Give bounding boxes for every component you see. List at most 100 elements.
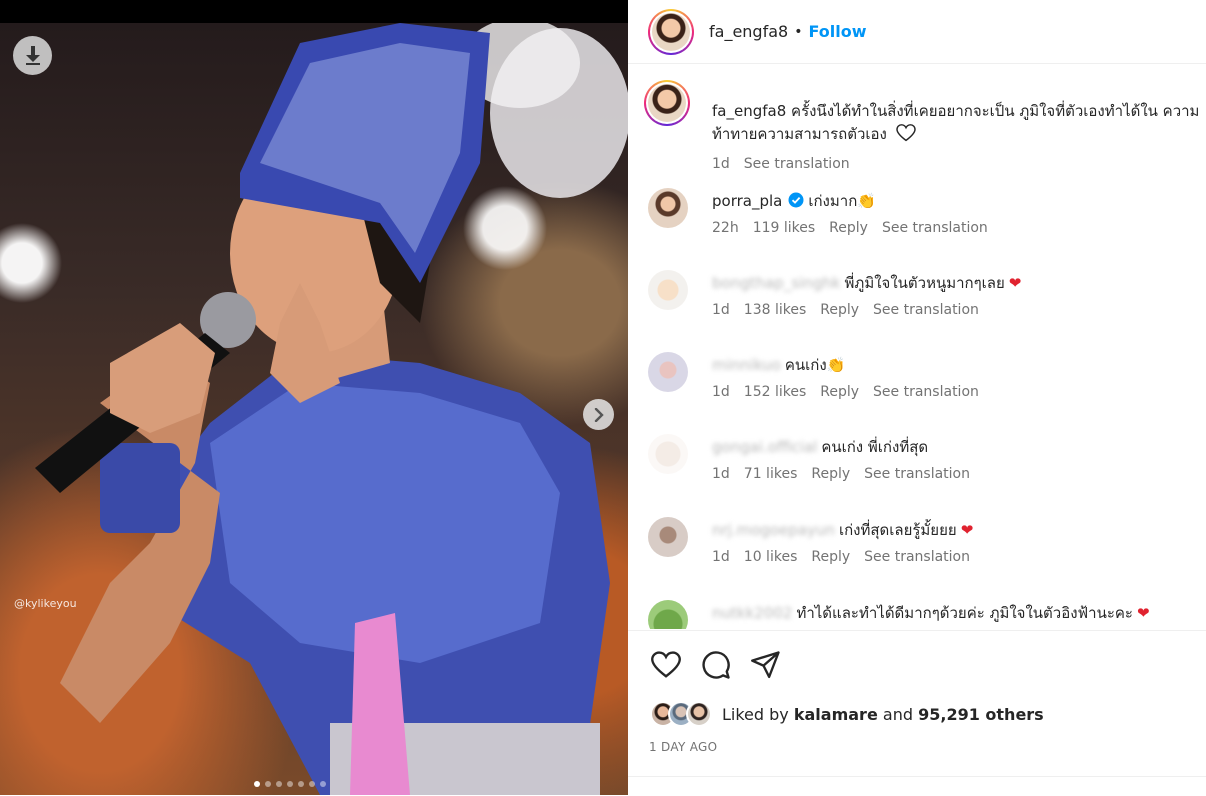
- post-timestamp[interactable]: 1 DAY AGO: [649, 740, 717, 754]
- commenter-username[interactable]: minnikuo: [712, 356, 781, 374]
- post-actions: Liked by kalamare and 95,291 others 1 DA…: [628, 630, 1206, 776]
- comment-body: nutkk2002 ทำได้และทำได้ดีมากๆด้วยค่ะ ภูมิ…: [712, 602, 1202, 624]
- add-comment-bar[interactable]: [628, 776, 1206, 796]
- comment-icon: [702, 651, 730, 679]
- commenter-username[interactable]: nutkk2002: [712, 604, 792, 622]
- comment-line: bongthap_singhk พี่ภูมิใจในตัวหนูมากๆเลย ❤: [712, 272, 1202, 294]
- comment-body: minnikuo คนเก่ง👏 1d 152 likes Reply See trans…: [712, 354, 1202, 400]
- download-icon: [25, 45, 40, 65]
- carousel-dot: [320, 781, 326, 787]
- caption-meta: 1d See translation: [712, 156, 850, 172]
- like-button[interactable]: [648, 647, 684, 683]
- clapping-hands-emoji-icon: 👏: [826, 356, 846, 374]
- see-translation-link[interactable]: See translation: [882, 220, 988, 236]
- carousel-dot: [287, 781, 293, 787]
- reply-button[interactable]: Reply: [811, 466, 850, 482]
- comment-time[interactable]: 22h: [712, 220, 739, 236]
- liked-by-prefix: Liked by: [722, 704, 789, 724]
- post-media: @kylikeyou: [0, 0, 628, 795]
- liked-by-and: and: [882, 704, 913, 724]
- commenter-avatar[interactable]: [648, 600, 688, 629]
- caption-text-block: fa_engfa8 ครั้งนึงได้ทำในสิ่งที่เคยอยากจ…: [712, 100, 1206, 146]
- comment-time[interactable]: 1d: [712, 549, 730, 565]
- comment-likes[interactable]: 138 likes: [744, 302, 806, 318]
- comment-body: bongthap_singhk พี่ภูมิใจในตัวหนูมากๆเลย ❤…: [712, 272, 1202, 318]
- caption-time[interactable]: 1d: [712, 156, 730, 172]
- commenter-username[interactable]: bongthap_singhk: [712, 274, 841, 292]
- comment-text: คนเก่ง: [784, 356, 827, 374]
- comments-section[interactable]: fa_engfa8 ครั้งนึงได้ทำในสิ่งที่เคยอยากจ…: [628, 64, 1206, 629]
- reply-button[interactable]: Reply: [811, 549, 850, 565]
- see-translation-link[interactable]: See translation: [864, 549, 970, 565]
- see-translation-link[interactable]: See translation: [873, 384, 979, 400]
- comment-text: คนเก่ง พี่เก่งที่สุด: [821, 438, 929, 456]
- author-story-ring[interactable]: [648, 8, 694, 55]
- comment-meta: 1d 152 likes Reply See translation: [712, 384, 1202, 400]
- comment-line: gongai.official คนเก่ง พี่เก่งที่สุด: [712, 436, 1202, 458]
- carousel-next-button[interactable]: [583, 399, 614, 430]
- liked-by-user[interactable]: kalamare: [794, 705, 878, 724]
- heart-icon: [651, 651, 681, 678]
- commenter-username[interactable]: nrj.mogoepayun: [712, 521, 835, 539]
- comment-line: nrj.mogoepayun เก่งที่สุดเลยรู้มั้ยยย ❤: [712, 519, 1202, 541]
- see-translation-link[interactable]: See translation: [873, 302, 979, 318]
- comment-item: bongthap_singhk พี่ภูมิใจในตัวหนูมากๆเลย ❤…: [648, 270, 1204, 330]
- comment-likes[interactable]: 119 likes: [753, 220, 815, 236]
- red-heart-emoji-icon: ❤: [1008, 274, 1022, 292]
- red-heart-emoji-icon: ❤: [1136, 604, 1150, 622]
- commenter-username[interactable]: gongai.official: [712, 438, 817, 456]
- liked-by-others[interactable]: 95,291 others: [918, 705, 1044, 724]
- caption-author-username[interactable]: fa_engfa8: [712, 102, 786, 120]
- carousel-dot: [309, 781, 315, 787]
- comment-time[interactable]: 1d: [712, 302, 730, 318]
- chevron-right-icon: [594, 407, 604, 422]
- carousel-dot: [265, 781, 271, 787]
- carousel-dot: [276, 781, 282, 787]
- post-photo[interactable]: @kylikeyou: [0, 23, 628, 795]
- commenter-avatar[interactable]: [648, 517, 688, 557]
- caption-see-translation[interactable]: See translation: [744, 156, 850, 172]
- comment-time[interactable]: 1d: [712, 384, 730, 400]
- likes-text[interactable]: Liked by kalamare and 95,291 others: [722, 705, 1044, 724]
- liker-avatar: [686, 701, 712, 727]
- reply-button[interactable]: Reply: [820, 384, 859, 400]
- separator-dot: •: [794, 23, 803, 40]
- comment-line: minnikuo คนเก่ง👏: [712, 354, 1202, 376]
- comment-line: nutkk2002 ทำได้และทำได้ดีมากๆด้วยค่ะ ภูมิ…: [712, 602, 1202, 624]
- comment-button[interactable]: [698, 647, 734, 683]
- reply-button[interactable]: Reply: [820, 302, 859, 318]
- caption-author-ring[interactable]: [644, 80, 690, 126]
- reply-button[interactable]: Reply: [829, 220, 868, 236]
- comment-text: พี่ภูมิใจในตัวหนูมากๆเลย: [844, 274, 1005, 292]
- caption-text: ครั้งนึงได้ทำในสิ่งที่เคยอยากจะเป็น ภูมิ…: [712, 102, 1200, 143]
- comment-item: nrj.mogoepayun เก่งที่สุดเลยรู้มั้ยยย ❤ 1d 1…: [648, 517, 1204, 577]
- carousel-dot: [254, 781, 260, 787]
- comment-text: เก่งมาก: [808, 192, 858, 210]
- follow-button[interactable]: Follow: [808, 22, 866, 41]
- download-button[interactable]: [13, 36, 52, 75]
- liker-avatars: [650, 701, 712, 727]
- comment-likes[interactable]: 152 likes: [744, 384, 806, 400]
- share-icon: [751, 651, 780, 679]
- commenter-avatar[interactable]: [648, 188, 688, 228]
- author-username[interactable]: fa_engfa8: [709, 22, 788, 41]
- comment-text: ทำได้และทำได้ดีมากๆด้วยค่ะ ภูมิใจในตัวอิ…: [796, 604, 1133, 622]
- comment-likes[interactable]: 71 likes: [744, 466, 798, 482]
- comment-item: minnikuo คนเก่ง👏 1d 152 likes Reply See trans…: [648, 352, 1204, 412]
- red-heart-emoji-icon: ❤: [960, 521, 974, 539]
- comment-time[interactable]: 1d: [712, 466, 730, 482]
- commenter-avatar[interactable]: [648, 434, 688, 474]
- commenter-avatar[interactable]: [648, 352, 688, 392]
- clapping-hands-emoji-icon: 👏: [857, 192, 876, 210]
- commenter-avatar[interactable]: [648, 270, 688, 310]
- comment-body: porra_pla เก่งมาก👏 22h 119 likes Reply See tr…: [712, 190, 1202, 236]
- see-translation-link[interactable]: See translation: [864, 466, 970, 482]
- comment-likes[interactable]: 10 likes: [744, 549, 798, 565]
- comment-meta: 1d 138 likes Reply See translation: [712, 302, 1202, 318]
- comment-meta: 1d 10 likes Reply See translation: [712, 549, 1202, 565]
- commenter-username[interactable]: porra_pla: [712, 192, 782, 210]
- comment-item: nutkk2002 ทำได้และทำได้ดีมากๆด้วยค่ะ ภูมิ…: [648, 600, 1204, 629]
- comment-item: porra_pla เก่งมาก👏 22h 119 likes Reply See tr…: [648, 188, 1204, 248]
- share-button[interactable]: [748, 647, 784, 683]
- caption-author-avatar: [648, 84, 686, 122]
